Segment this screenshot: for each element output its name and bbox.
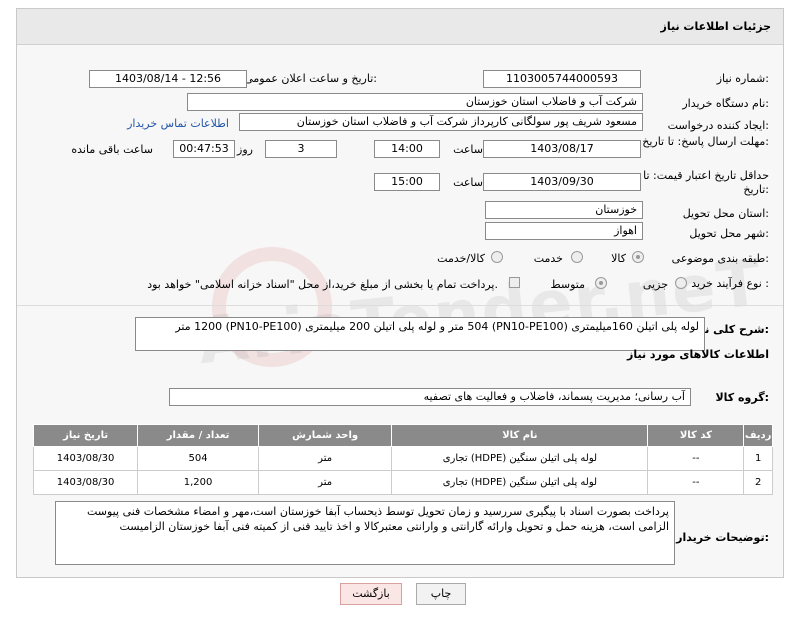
treasury-checkbox[interactable] [509, 277, 520, 288]
goods-name: لوله پلی اتیلن سنگین (HDPE) تجاری [391, 470, 649, 495]
need-date: 1403/08/30 [32, 446, 139, 471]
quantity: 1,200 [137, 470, 259, 495]
buyer-notes-label: توضیحات خریدار: [676, 531, 769, 544]
unit: متر [257, 470, 393, 495]
validity-time-label: ساعت [453, 176, 483, 189]
print-button[interactable]: چاپ [416, 583, 466, 605]
process-partial-radio[interactable] [675, 277, 687, 289]
creator-field: مسعود شریف پور سولگانی کارپرداز شرکت آب … [239, 113, 643, 131]
send-deadline-label: مهلت ارسال پاسخ: تا تاریخ: [642, 135, 769, 148]
announce-field: 1403/08/14 - 12:56 [89, 70, 247, 88]
goods-code: -- [647, 470, 745, 495]
send-time-field: 14:00 [374, 140, 440, 158]
category-goods-service-radio[interactable] [491, 251, 503, 263]
contact-buyer-link[interactable]: اطلاعات تماس خریدار [127, 117, 229, 130]
buyer-org-field: شرکت آب و فاضلاب استان خوزستان [187, 93, 643, 111]
province-field: خوزستان [485, 201, 643, 219]
payment-note: پرداخت تمام یا بخشی از مبلغ خرید،از محل … [147, 278, 498, 291]
page-title: جزئیات اطلاعات نیاز [660, 20, 772, 33]
category-service-label: خدمت [533, 252, 563, 265]
process-partial-label: جزیی [642, 278, 668, 291]
province-label: استان محل تحویل: [682, 207, 769, 220]
goods-section-title: اطلاعات کالاهای مورد نیاز [627, 348, 769, 361]
col-quantity: تعداد / مقدار [137, 424, 259, 447]
goods-name: لوله پلی اتیلن سنگین (HDPE) تجاری [391, 446, 649, 471]
table-row: 2 -- لوله پلی اتیلن سنگین (HDPE) تجاری م… [32, 470, 773, 495]
send-time-label: ساعت [453, 143, 483, 156]
announce-label: تاریخ و ساعت اعلان عمومی: [244, 72, 377, 85]
creator-label: ایجاد کننده درخواست: [667, 119, 769, 132]
goods-group-label: گروه کالا: [715, 391, 769, 404]
validity-label: حداقل تاریخ اعتبار قیمت: تا تاریخ: [643, 169, 769, 196]
validity-time-field: 15:00 [374, 173, 440, 191]
back-button[interactable]: بازگشت [340, 583, 402, 605]
goods-table: ردیف کد کالا نام کالا واحد شمارش تعداد /… [32, 424, 773, 495]
row-number: 2 [743, 470, 773, 495]
process-medium-radio[interactable] [595, 277, 607, 289]
description-field: لوله پلی اتیلن 160میلیمتری (PN10-PE100) … [135, 317, 705, 351]
buyer-notes-field: پرداخت بصورت اسناد با پیگیری سررسید و زم… [55, 501, 675, 565]
city-field: اهواز [485, 222, 643, 240]
category-goods-label: کالا [611, 252, 626, 265]
panel-header: جزئیات اطلاعات نیاز [17, 9, 783, 45]
category-goods-service-label: کالا/خدمت [437, 252, 485, 265]
col-goods-name: نام کالا [391, 424, 649, 447]
col-unit: واحد شمارش [257, 424, 393, 447]
buyer-org-label: نام دستگاه خریدار: [682, 97, 769, 110]
process-label: نوع فرآیند خرید : [691, 277, 769, 290]
goods-code: -- [647, 446, 745, 471]
need-number-label: شماره نیاز: [716, 72, 769, 85]
validity-date-field: 1403/09/30 [483, 173, 641, 191]
details-panel: جزئیات اطلاعات نیاز AriaTender.neT شماره… [16, 8, 784, 578]
remaining-label: ساعت باقی مانده [71, 143, 153, 156]
send-date-field: 1403/08/17 [483, 140, 641, 158]
divider [17, 305, 783, 306]
unit: متر [257, 446, 393, 471]
category-service-radio[interactable] [571, 251, 583, 263]
goods-group-field: آب رسانی؛ مدیریت پسماند، فاضلاب و فعالیت… [169, 388, 691, 406]
city-label: شهر محل تحویل: [689, 227, 769, 240]
process-medium-label: متوسط [550, 278, 585, 291]
need-number-field: 1103005744000593 [483, 70, 641, 88]
row-number: 1 [743, 446, 773, 471]
quantity: 504 [137, 446, 259, 471]
remaining-time-field: 00:47:53 [173, 140, 235, 158]
category-label: طبقه بندی موضوعی: [671, 252, 769, 265]
col-goods-code: کد کالا [647, 424, 745, 447]
need-date: 1403/08/30 [32, 470, 139, 495]
table-header-row: ردیف کد کالا نام کالا واحد شمارش تعداد /… [32, 424, 773, 447]
table-row: 1 -- لوله پلی اتیلن سنگین (HDPE) تجاری م… [32, 446, 773, 471]
col-row-number: ردیف [743, 424, 773, 447]
col-need-date: تاریخ نیاز [32, 424, 139, 447]
category-goods-radio[interactable] [632, 251, 644, 263]
days-field: 3 [265, 140, 337, 158]
